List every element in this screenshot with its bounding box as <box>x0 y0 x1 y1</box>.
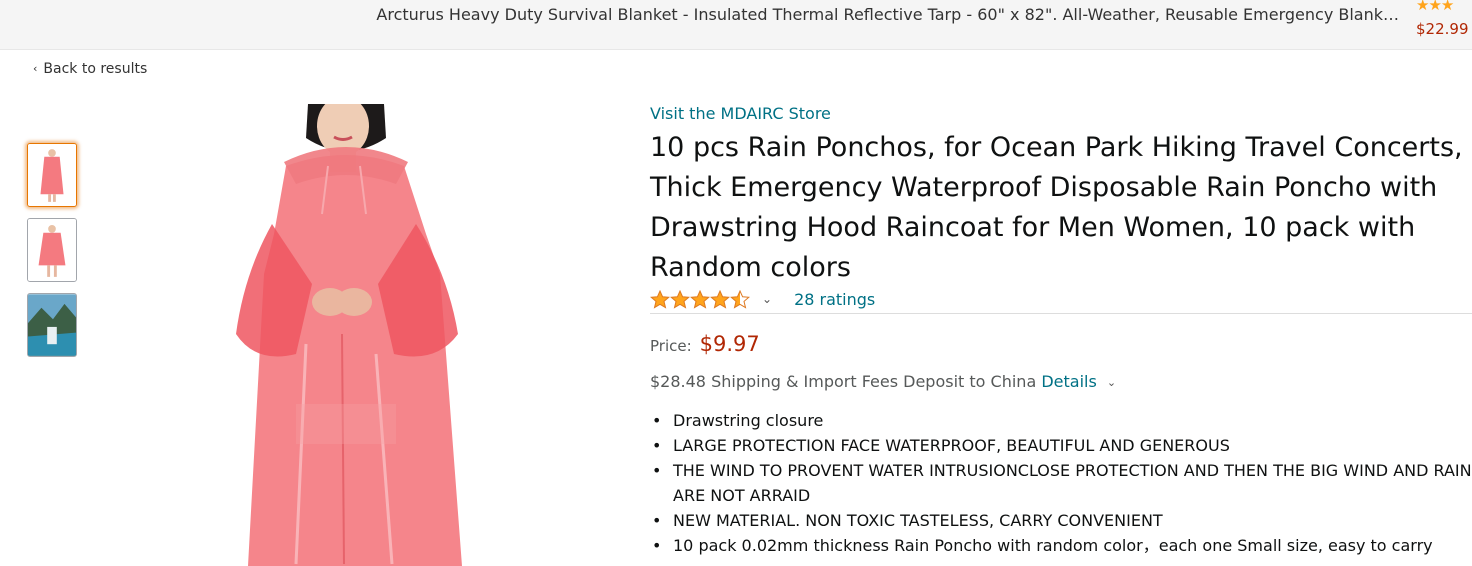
sponsored-price: $22.99 <box>1416 20 1469 38</box>
back-to-results-link[interactable]: ‹ Back to results <box>33 61 147 77</box>
shipping-details-link[interactable]: Details <box>1041 372 1096 391</box>
star-icon <box>670 289 690 309</box>
poncho-model-image <box>226 104 466 566</box>
sponsored-top-bar[interactable]: Arcturus Heavy Duty Survival Blanket - I… <box>0 0 1472 50</box>
shipping-row: $28.48 Shipping & Import Fees Deposit to… <box>650 372 1116 391</box>
thumbnail-1[interactable] <box>27 143 77 207</box>
ratings-count-link[interactable]: 28 ratings <box>794 290 875 309</box>
feature-bullet: 10 pack 0.02mm thickness Rain Poncho wit… <box>650 533 1472 558</box>
thumbnail-outdoor-scene-image <box>28 294 76 356</box>
price-label: Price: <box>650 337 692 355</box>
star-icon <box>650 289 670 309</box>
sponsored-stars-icon: ★★★ <box>1416 0 1454 14</box>
feature-bullet: THE WIND TO PROVENT WATER INTRUSIONCLOSE… <box>650 458 1472 508</box>
feature-bullet: Drawstring closure <box>650 408 1472 433</box>
chevron-left-icon: ‹ <box>33 62 38 75</box>
product-title: 10 pcs Rain Ponchos, for Ocean Park Hiki… <box>650 132 1463 283</box>
star-icon <box>690 289 710 309</box>
price-row: Price: $9.97 <box>650 332 760 356</box>
chevron-down-icon[interactable]: ⌄ <box>1107 376 1116 389</box>
thumbnail-poncho-front-image <box>28 144 76 206</box>
thumbnail-poncho-side-image <box>28 219 76 281</box>
thumbnail-2[interactable] <box>27 218 77 282</box>
shipping-text: $28.48 Shipping & Import Fees Deposit to… <box>650 372 1037 391</box>
back-to-results-label: Back to results <box>43 61 148 77</box>
thumbnail-3[interactable] <box>27 293 77 357</box>
star-icon <box>710 289 730 309</box>
divider <box>650 313 1472 314</box>
star-rating-icon[interactable] <box>650 289 750 309</box>
price-value: $9.97 <box>699 332 760 356</box>
rating-row: ⌄ 28 ratings <box>650 288 875 310</box>
sponsored-product-title[interactable]: Arcturus Heavy Duty Survival Blanket - I… <box>376 5 1399 24</box>
main-product-image[interactable] <box>226 104 466 566</box>
store-link[interactable]: Visit the MDAIRC Store <box>650 104 831 123</box>
star-icon <box>730 289 750 309</box>
feature-bullet: LARGE PROTECTION FACE WATERPROOF, BEAUTI… <box>650 433 1472 458</box>
chevron-down-icon[interactable]: ⌄ <box>762 292 772 306</box>
feature-bullet: NEW MATERIAL. NON TOXIC TASTELESS, CARRY… <box>650 508 1472 533</box>
feature-bullets: Drawstring closure LARGE PROTECTION FACE… <box>650 408 1472 558</box>
